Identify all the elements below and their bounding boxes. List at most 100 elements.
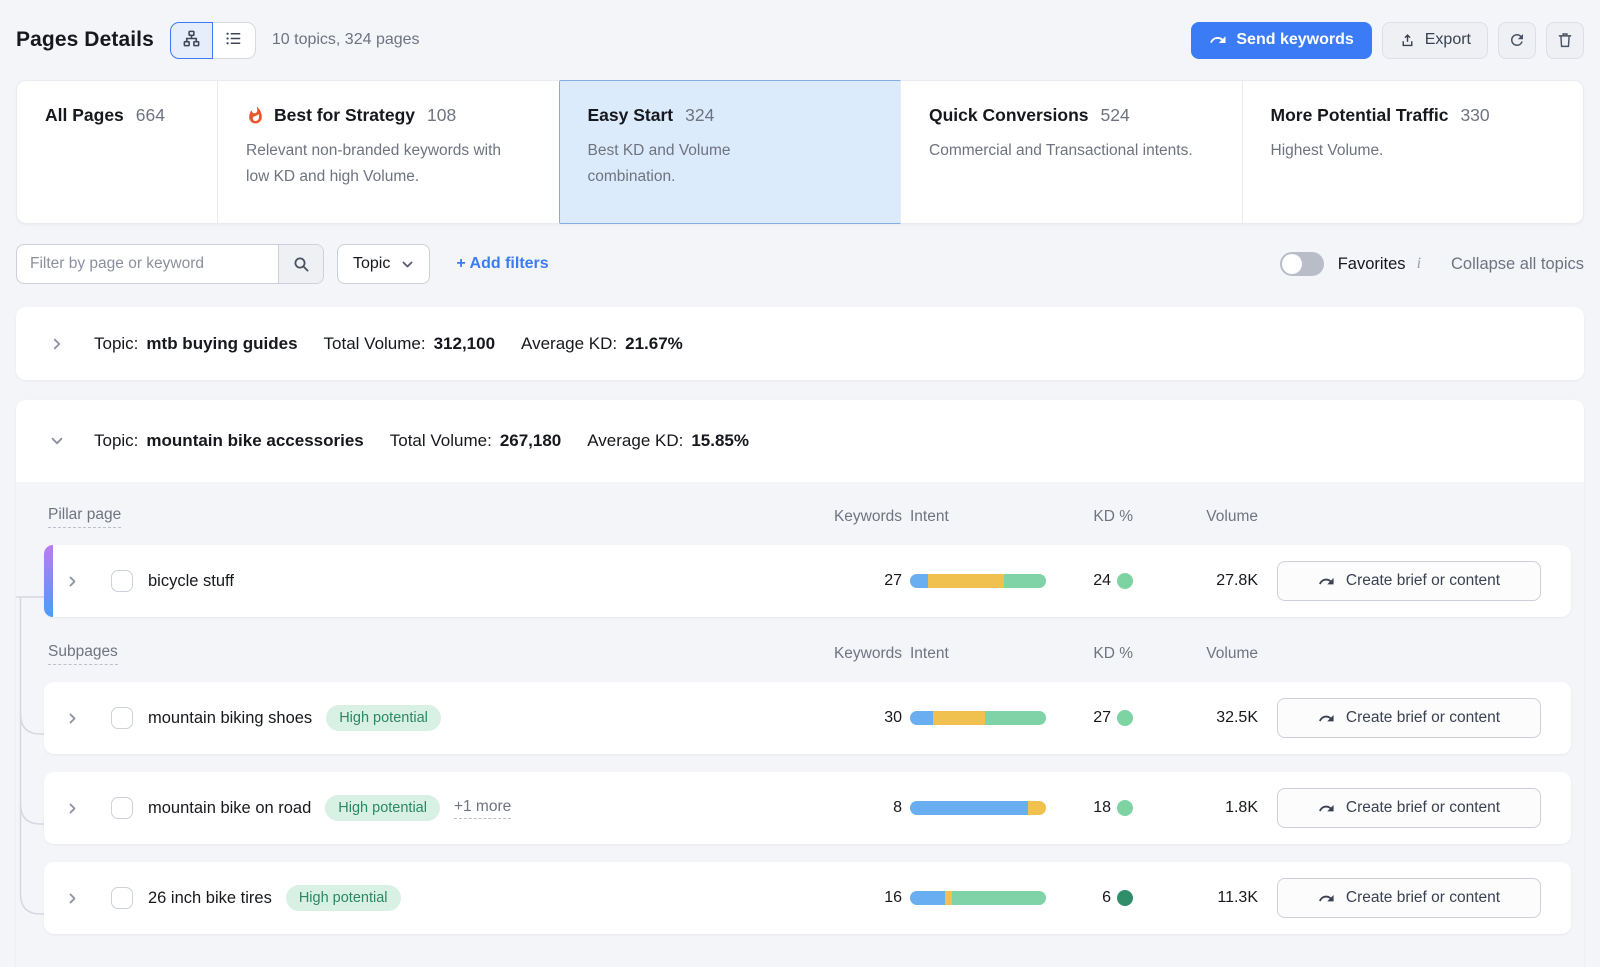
list-view-icon xyxy=(224,29,243,51)
chevron-right-icon[interactable] xyxy=(66,802,79,815)
kd-dot xyxy=(1117,800,1133,816)
column-keywords: Keywords xyxy=(834,508,902,526)
chevron-right-icon[interactable] xyxy=(66,575,79,588)
hierarchy-view-icon xyxy=(182,29,201,51)
chevron-down-icon[interactable] xyxy=(50,434,64,448)
page-title: Pages Details xyxy=(16,28,154,52)
pillar-page-row: bicycle stuff 27 24 27.8K Create brief o… xyxy=(44,545,1571,617)
search-button[interactable] xyxy=(278,245,323,283)
refresh-button[interactable] xyxy=(1498,22,1536,59)
page-name: mountain bike on road xyxy=(148,799,311,818)
subpage-row: 26 inch bike tires High potential 16 6 1… xyxy=(44,862,1571,934)
topic-table-panel: Pillar page Keywords Intent KD % Volume … xyxy=(16,482,1584,967)
kd-value: 6 xyxy=(1102,889,1111,907)
tab-easy-start[interactable]: Easy Start 324 Best KD and Volume combin… xyxy=(559,81,901,223)
average-kd-value: 21.67% xyxy=(625,334,683,354)
list-view-button[interactable] xyxy=(213,22,256,59)
strategy-tabs: All Pages 664 Best for Strategy 108 Rele… xyxy=(16,80,1584,224)
create-brief-button[interactable]: Create brief or content xyxy=(1277,788,1541,828)
search-icon xyxy=(293,256,310,273)
high-potential-badge: High potential xyxy=(286,885,401,911)
total-volume-value: 267,180 xyxy=(500,431,561,451)
send-arrow-icon xyxy=(1209,31,1227,49)
view-toggle xyxy=(170,22,256,59)
page-name: mountain biking shoes xyxy=(148,709,312,728)
topic-prefix: Topic: xyxy=(94,431,138,451)
column-kd: KD % xyxy=(1093,508,1133,526)
column-intent: Intent xyxy=(910,508,949,526)
column-intent: Intent xyxy=(910,645,949,663)
subpages-columns-header: Subpages Keywords Intent KD % Volume xyxy=(44,635,1571,673)
average-kd-prefix: Average KD: xyxy=(587,431,683,451)
row-checkbox[interactable] xyxy=(111,887,133,909)
topics-pages-summary: 10 topics, 324 pages xyxy=(272,31,420,49)
favorites-toggle[interactable] xyxy=(1280,252,1324,276)
favorites-label: Favorites xyxy=(1338,255,1406,274)
info-icon[interactable]: i xyxy=(1417,255,1421,273)
send-arrow-icon xyxy=(1318,800,1335,817)
tab-all-pages[interactable]: All Pages 664 xyxy=(17,81,217,223)
topic-row-mtb-buying-guides[interactable]: Topic: mtb buying guides Total Volume: 3… xyxy=(16,307,1584,380)
chevron-right-icon[interactable] xyxy=(66,712,79,725)
kd-dot xyxy=(1117,710,1133,726)
total-volume-value: 312,100 xyxy=(434,334,495,354)
refresh-icon xyxy=(1508,31,1526,49)
volume-value: 32.5K xyxy=(1216,709,1258,727)
tab-quick-conversions[interactable]: Quick Conversions 524 Commercial and Tra… xyxy=(900,81,1242,223)
topic-prefix: Topic: xyxy=(94,334,138,354)
average-kd-value: 15.85% xyxy=(691,431,749,451)
column-volume: Volume xyxy=(1206,645,1258,663)
chevron-down-icon xyxy=(401,258,414,271)
intent-bar xyxy=(910,574,1046,588)
topic-row-mountain-bike-accessories[interactable]: Topic: mountain bike accessories Total V… xyxy=(16,400,1584,482)
keywords-count: 27 xyxy=(884,572,902,590)
export-button[interactable]: Export xyxy=(1382,22,1488,59)
topic-name: mountain bike accessories xyxy=(146,431,363,451)
row-checkbox[interactable] xyxy=(111,707,133,729)
search-input[interactable] xyxy=(17,245,278,283)
kd-value: 27 xyxy=(1093,709,1111,727)
chevron-right-icon[interactable] xyxy=(66,892,79,905)
tree-view-button[interactable] xyxy=(170,22,213,59)
column-keywords: Keywords xyxy=(834,645,902,663)
topic-name: mtb buying guides xyxy=(146,334,297,354)
subpage-row: mountain bike on road High potential +1 … xyxy=(44,772,1571,844)
intent-bar xyxy=(910,711,1046,725)
collapse-all-topics-link[interactable]: Collapse all topics xyxy=(1451,255,1584,274)
tab-best-for-strategy[interactable]: Best for Strategy 108 Relevant non-brand… xyxy=(217,81,559,223)
keywords-count: 30 xyxy=(884,709,902,727)
keywords-count: 16 xyxy=(884,889,902,907)
chevron-right-icon[interactable] xyxy=(50,337,64,351)
page-name: 26 inch bike tires xyxy=(148,889,272,908)
volume-value: 11.3K xyxy=(1217,889,1258,907)
row-checkbox[interactable] xyxy=(111,570,133,592)
trash-icon xyxy=(1556,31,1574,49)
send-keywords-button[interactable]: Send keywords xyxy=(1191,22,1371,59)
more-badges-link[interactable]: +1 more xyxy=(454,798,511,819)
add-filters-link[interactable]: + Add filters xyxy=(456,255,548,273)
column-kd: KD % xyxy=(1093,645,1133,663)
intent-bar xyxy=(910,801,1046,815)
pages-details-screen: Pages Details 10 topics, 324 pages xyxy=(0,14,1600,967)
total-volume-prefix: Total Volume: xyxy=(324,334,426,354)
pillar-page-label[interactable]: Pillar page xyxy=(48,506,121,528)
kd-dot xyxy=(1117,890,1133,906)
row-checkbox[interactable] xyxy=(111,797,133,819)
create-brief-button[interactable]: Create brief or content xyxy=(1277,561,1541,601)
toggle-knob xyxy=(1282,254,1302,274)
flame-icon xyxy=(246,106,265,125)
tab-more-potential-traffic[interactable]: More Potential Traffic 330 Highest Volum… xyxy=(1242,81,1584,223)
create-brief-button[interactable]: Create brief or content xyxy=(1277,878,1541,918)
send-arrow-icon xyxy=(1318,573,1335,590)
volume-value: 1.8K xyxy=(1225,799,1258,817)
create-brief-button[interactable]: Create brief or content xyxy=(1277,698,1541,738)
volume-value: 27.8K xyxy=(1216,572,1258,590)
topic-filter-dropdown[interactable]: Topic xyxy=(337,244,430,284)
page-name: bicycle stuff xyxy=(148,572,234,591)
keywords-count: 8 xyxy=(893,799,902,817)
average-kd-prefix: Average KD: xyxy=(521,334,617,354)
subpages-label[interactable]: Subpages xyxy=(48,643,118,665)
delete-button[interactable] xyxy=(1546,22,1584,59)
high-potential-badge: High potential xyxy=(325,795,440,821)
high-potential-badge: High potential xyxy=(326,705,441,731)
